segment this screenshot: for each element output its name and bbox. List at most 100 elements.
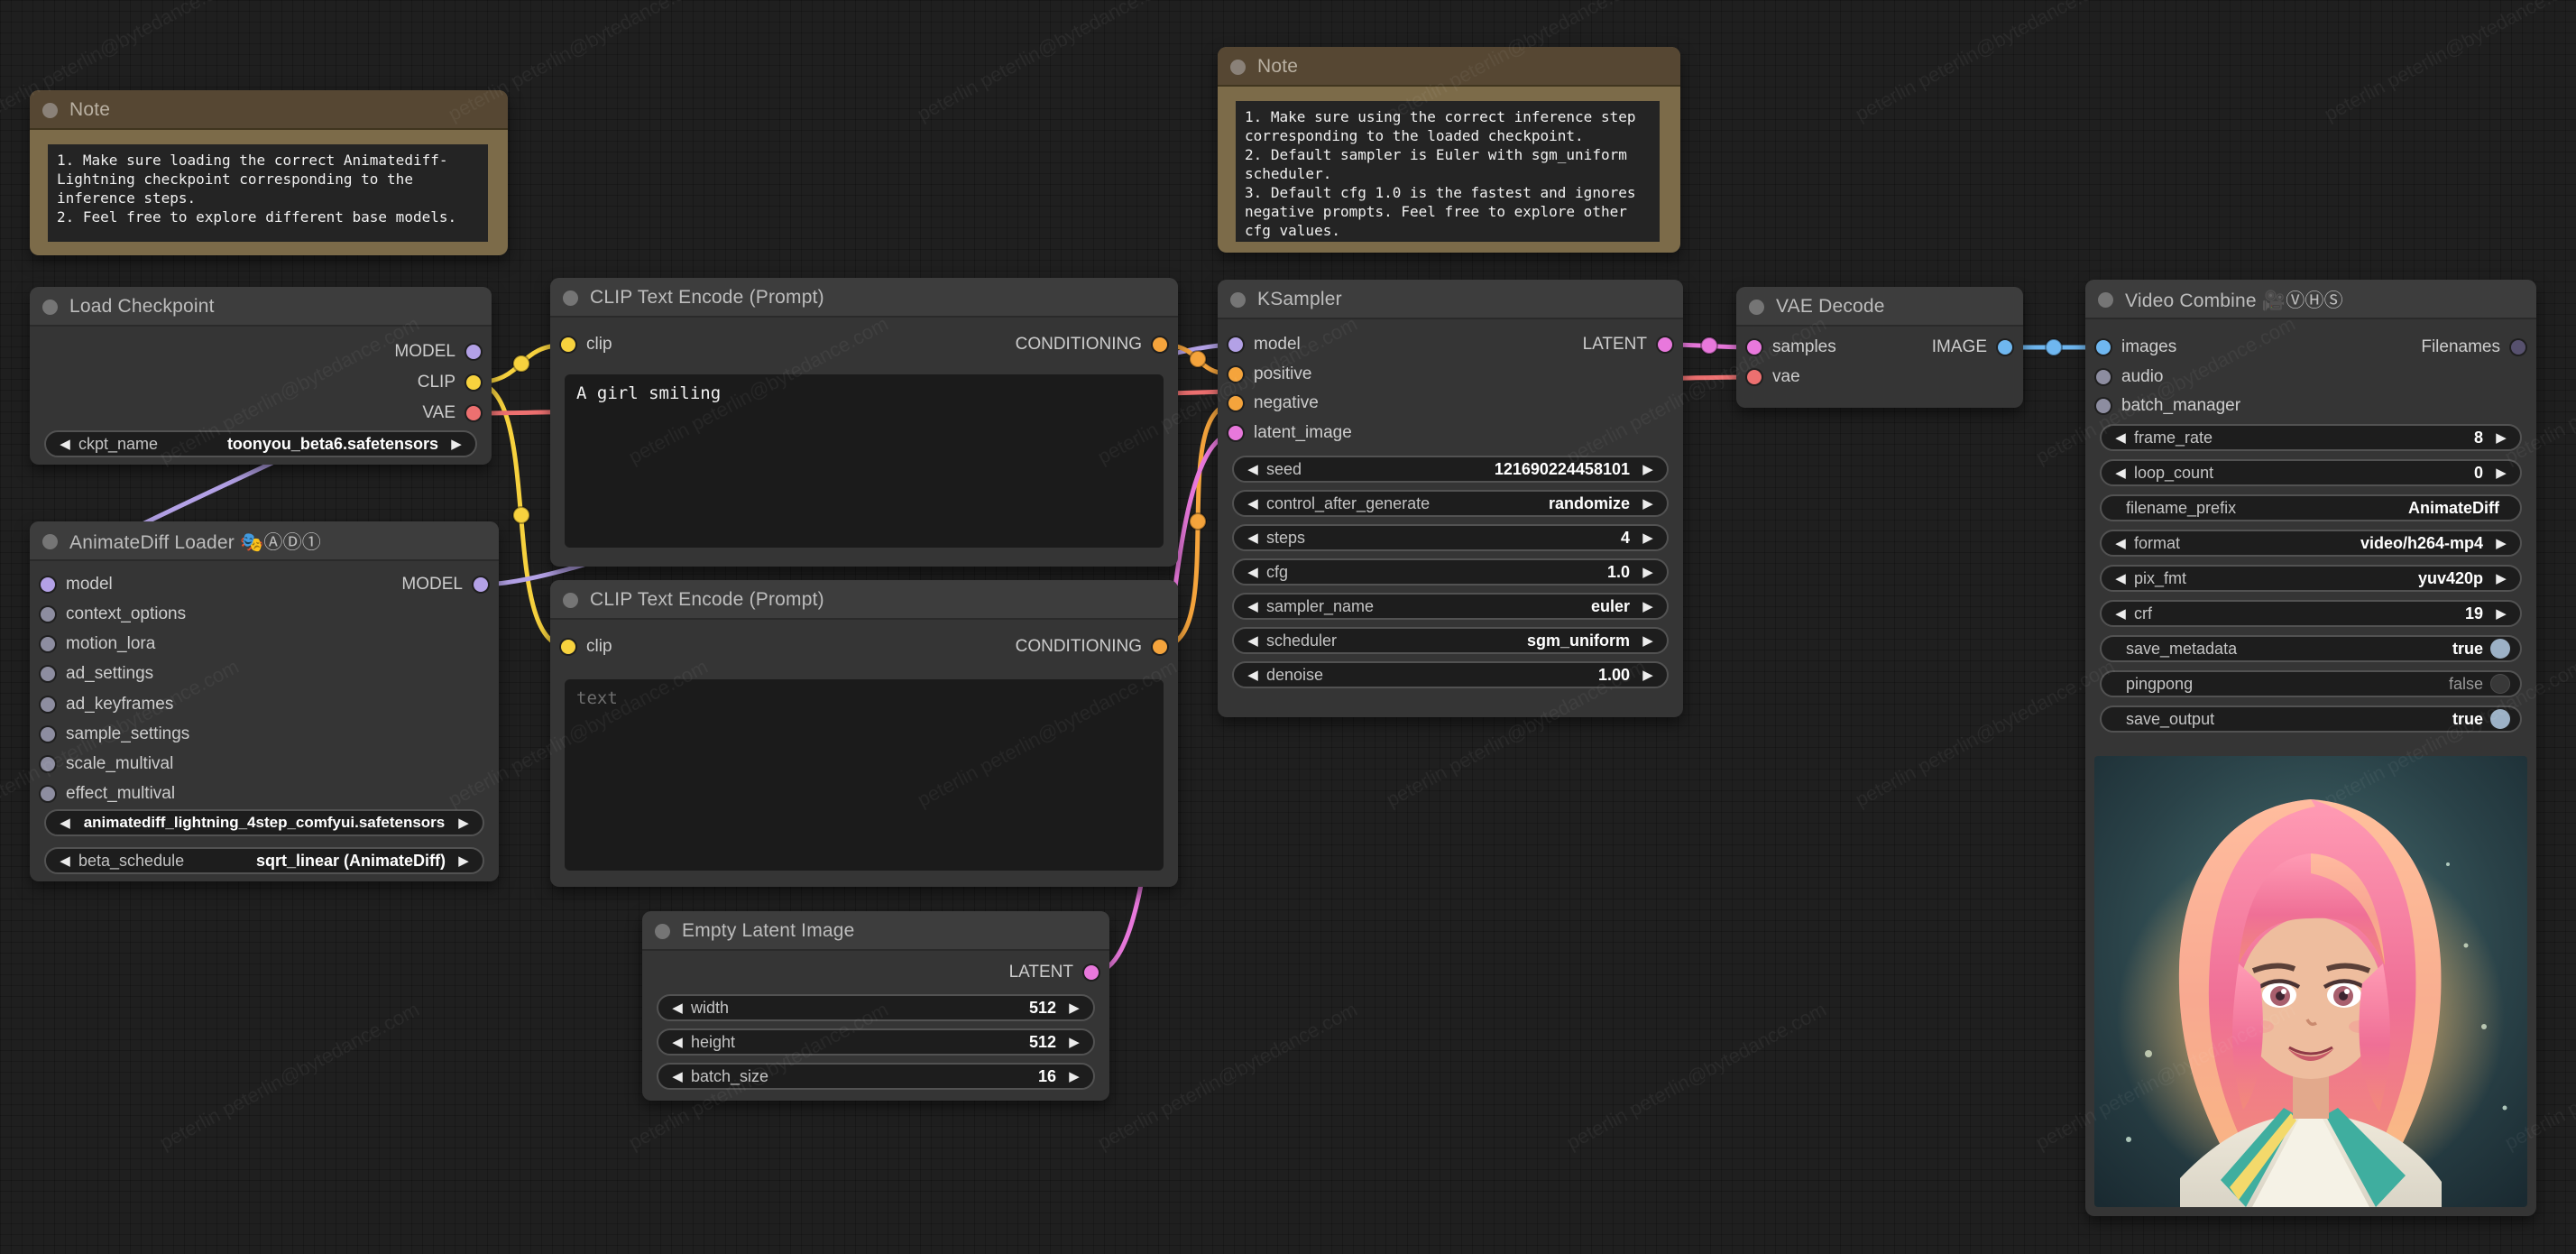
port-dot-latent[interactable] [1228,426,1243,440]
port-dot[interactable] [2096,370,2111,384]
input-vae[interactable]: vae [1747,364,1800,390]
widget-value[interactable]: randomize [1549,494,1630,513]
port-dot[interactable] [41,697,55,712]
output-conditioning[interactable]: CONDITIONING [1016,332,1167,357]
input-model[interactable]: model [41,572,113,597]
widget-scheduler[interactable]: ◀ scheduler sgm_uniform ▶ [1232,627,1669,654]
widget-save-metadata[interactable]: save_metadata true [2100,635,2522,662]
node-header[interactable]: Video Combine 🎥ⓋⒽⓈ [2085,280,2536,319]
port-dot-latent[interactable] [1747,340,1762,355]
widget-width[interactable]: ◀ width 512 ▶ [657,994,1095,1021]
node-ksampler[interactable]: KSampler model positive negative latent_… [1218,280,1683,717]
arrow-left-icon[interactable]: ◀ [54,815,76,831]
node-clip-text-encode-negative[interactable]: CLIP Text Encode (Prompt) clip CONDITION… [550,580,1178,887]
arrow-left-icon[interactable]: ◀ [667,1000,688,1016]
port-dot-vae[interactable] [466,406,481,420]
arrow-right-icon[interactable]: ▶ [453,815,474,831]
widget-value[interactable]: 121690224458101 [1495,460,1630,479]
widget-cfg[interactable]: ◀ cfg 1.0 ▶ [1232,558,1669,586]
port-dot[interactable] [41,667,55,681]
arrow-right-icon[interactable]: ▶ [453,853,474,869]
arrow-right-icon[interactable]: ▶ [1637,530,1659,546]
arrow-left-icon[interactable]: ◀ [54,436,76,452]
widget-value[interactable]: 4 [1621,529,1630,548]
widget-value[interactable]: euler [1591,597,1630,616]
input-negative[interactable]: negative [1228,391,1319,416]
node-vae-decode[interactable]: VAE Decode samples vae IMAGE [1736,287,2023,408]
prompt-textarea[interactable]: text [565,679,1164,871]
collapse-dot[interactable] [2098,291,2113,308]
port-dot[interactable] [41,607,55,622]
arrow-left-icon[interactable]: ◀ [1242,667,1264,683]
arrow-left-icon[interactable]: ◀ [1242,598,1264,614]
arrow-left-icon[interactable]: ◀ [54,853,76,869]
collapse-dot[interactable] [42,102,58,118]
collapse-dot[interactable] [655,923,670,939]
input-clip[interactable]: clip [561,634,612,659]
port-dot-latent[interactable] [1658,337,1672,352]
link-dot[interactable] [512,355,530,373]
widget-filename-prefix[interactable]: filename_prefix AnimateDiff [2100,494,2522,521]
output-vae[interactable]: VAE [422,401,481,426]
node-graph-canvas[interactable]: Note 1. Make sure loading the correct An… [0,0,2576,1254]
port-dot-model[interactable] [41,577,55,592]
widget-value[interactable]: 512 [1029,1033,1056,1052]
output-filenames[interactable]: Filenames [2421,335,2525,360]
widget-value[interactable]: 0 [2474,464,2483,483]
arrow-right-icon[interactable]: ▶ [1637,632,1659,649]
arrow-right-icon[interactable]: ▶ [1063,1000,1085,1016]
collapse-dot[interactable] [42,533,58,549]
port-dot-model[interactable] [1228,337,1243,352]
node-header[interactable]: Note [30,90,508,130]
node-video-combine[interactable]: Video Combine 🎥ⓋⒽⓈ images audio batch_ma… [2085,280,2536,1216]
node-header[interactable]: Note [1218,47,1680,87]
widget-value[interactable]: AnimateDiff [2408,499,2499,518]
output-image[interactable]: IMAGE [1932,335,2012,360]
widget-pingpong[interactable]: pingpong false [2100,670,2522,697]
widget-value[interactable]: yuv420p [2418,569,2483,588]
port-dot-clip[interactable] [561,640,575,654]
arrow-right-icon[interactable]: ▶ [2490,429,2512,446]
toggle-pingpong[interactable] [2490,674,2510,694]
widget-save-output[interactable]: save_output true [2100,705,2522,733]
node-header[interactable]: VAE Decode [1736,287,2023,327]
widget-seed[interactable]: ◀ seed 121690224458101 ▶ [1232,456,1669,483]
output-latent[interactable]: LATENT [1009,960,1099,985]
arrow-left-icon[interactable]: ◀ [2110,605,2131,622]
arrow-right-icon[interactable]: ▶ [2490,605,2512,622]
arrow-left-icon[interactable]: ◀ [2110,465,2131,481]
widget-pix-fmt[interactable]: ◀ pix_fmt yuv420p ▶ [2100,565,2522,592]
widget-crf[interactable]: ◀ crf 19 ▶ [2100,600,2522,627]
widget-value[interactable]: animatediff_lightning_4step_comfyui.safe… [84,814,446,832]
prompt-textarea[interactable]: A girl smiling [565,374,1164,548]
widget-beta-schedule[interactable]: ◀ beta_schedule sqrt_linear (AnimateDiff… [44,847,484,874]
node-note-left[interactable]: Note 1. Make sure loading the correct An… [30,90,508,255]
port-dot-image[interactable] [2096,340,2111,355]
output-model[interactable]: MODEL [401,572,488,597]
widget-model-name[interactable]: ◀ animatediff_lightning_4step_comfyui.sa… [44,809,484,836]
node-header[interactable]: CLIP Text Encode (Prompt) [550,580,1178,620]
output-clip[interactable]: CLIP [418,370,481,395]
widget-batch-size[interactable]: ◀ batch_size 16 ▶ [657,1063,1095,1090]
port-dot-vae[interactable] [1747,370,1762,384]
widget-value[interactable]: 512 [1029,999,1056,1018]
widget-value[interactable]: 1.00 [1598,666,1630,685]
output-model[interactable]: MODEL [394,339,481,364]
widget-value[interactable]: 1.0 [1607,563,1630,582]
input-motion-lora[interactable]: motion_lora [41,632,155,657]
widget-control-after-generate[interactable]: ◀ control_after_generate randomize ▶ [1232,490,1669,517]
widget-frame-rate[interactable]: ◀ frame_rate 8 ▶ [2100,424,2522,451]
arrow-left-icon[interactable]: ◀ [2110,535,2131,551]
port-dot[interactable] [41,787,55,801]
arrow-left-icon[interactable]: ◀ [1242,530,1264,546]
input-images[interactable]: images [2096,335,2176,360]
port-dot-conditioning[interactable] [1153,640,1167,654]
arrow-right-icon[interactable]: ▶ [2490,535,2512,551]
arrow-left-icon[interactable]: ◀ [2110,570,2131,586]
port-dot[interactable] [2096,399,2111,413]
widget-ckpt-name[interactable]: ◀ ckpt_name toonyou_beta6.safetensors ▶ [44,430,477,457]
node-animatediff-loader[interactable]: AnimateDiff Loader 🎭ⒶⒹ① model context_op… [30,521,499,881]
toggle-save-output[interactable] [2490,709,2510,729]
input-sample-settings[interactable]: sample_settings [41,722,189,747]
widget-value[interactable]: 16 [1038,1067,1056,1086]
